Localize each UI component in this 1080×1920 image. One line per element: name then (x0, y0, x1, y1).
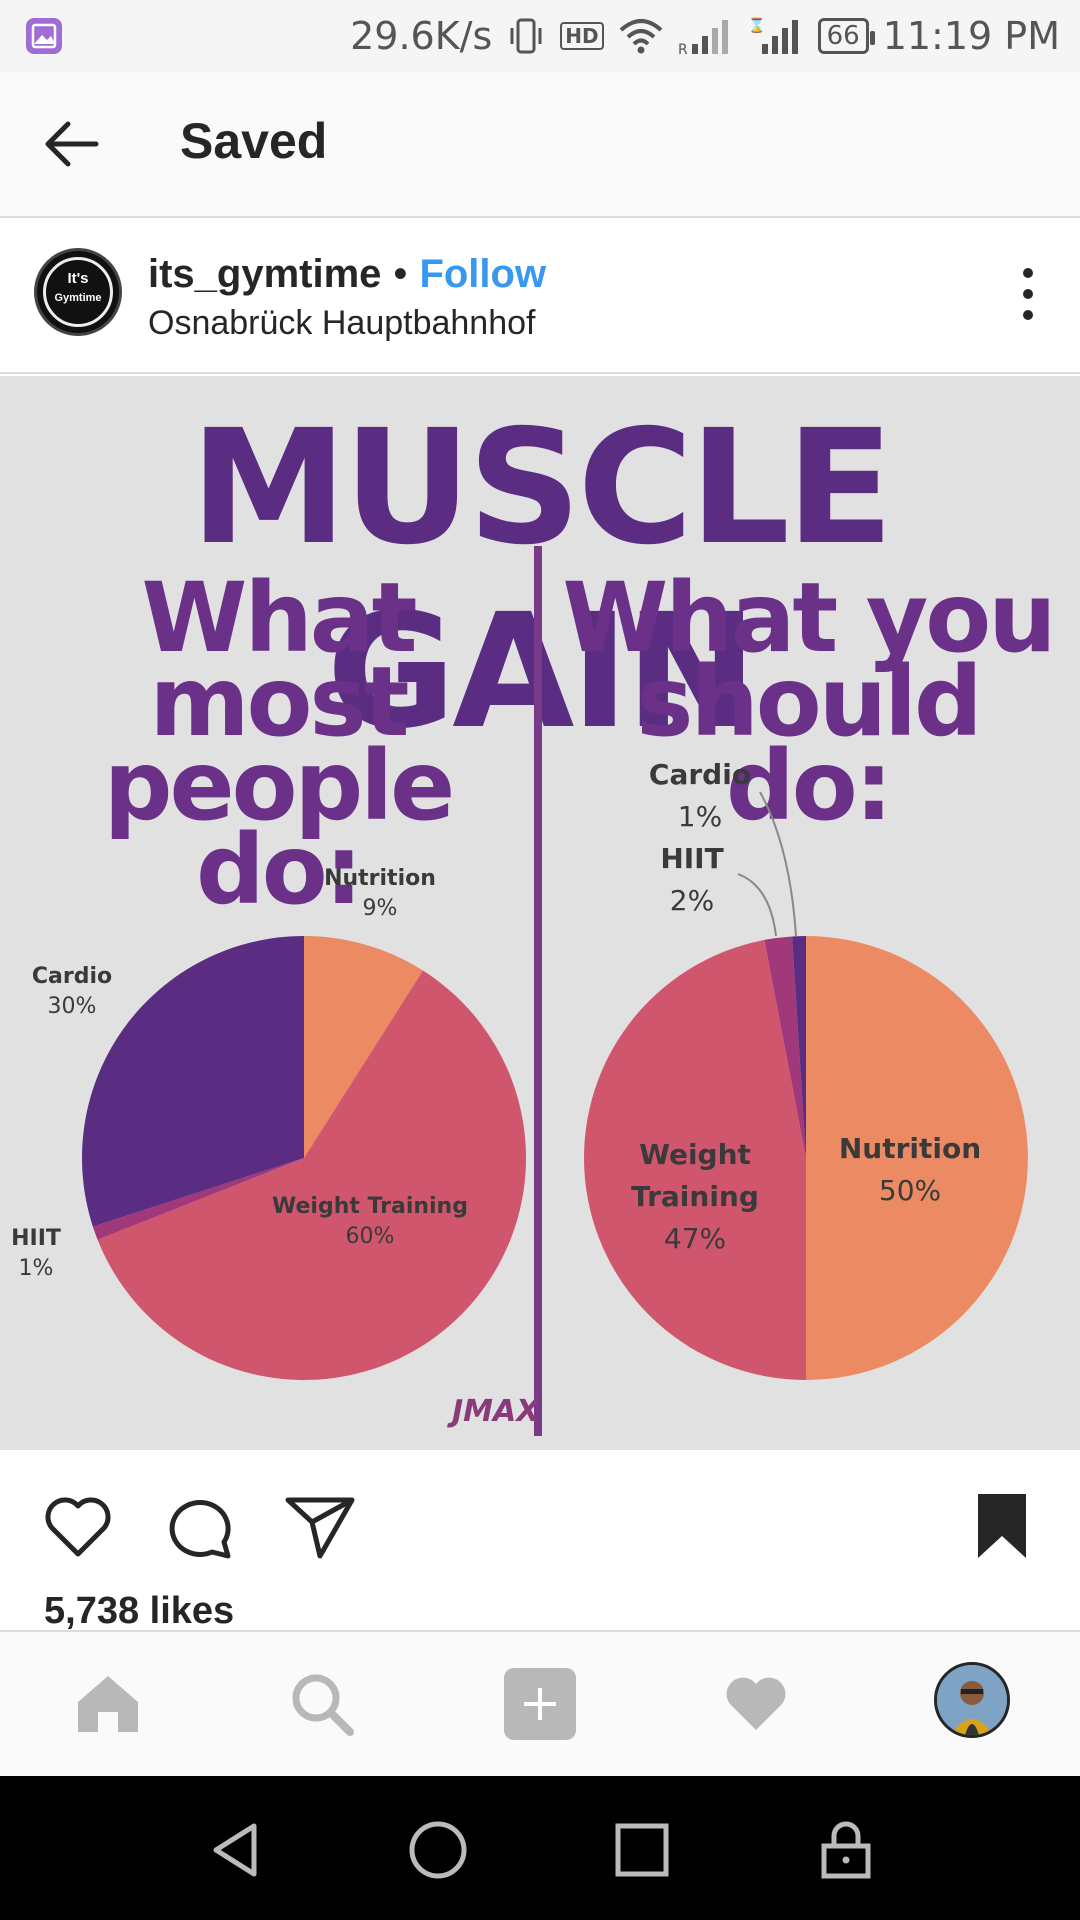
right-label-weight-training: Weight Training 47% (582, 1134, 808, 1260)
right-label-nutrition: Nutrition 50% (830, 1128, 990, 1212)
heart-filled-glyph (726, 1677, 786, 1730)
arrow-left-icon[interactable] (40, 114, 104, 174)
vibrate-icon (510, 18, 542, 54)
add-icon[interactable] (504, 1668, 576, 1740)
right-label-hiit: HIIT 2% (642, 838, 742, 922)
home-circle-icon[interactable] (408, 1820, 468, 1880)
network-speed: 29.6K/s (350, 14, 493, 58)
svg-text:R: R (678, 42, 688, 56)
lock-icon[interactable] (816, 1820, 876, 1880)
post-header: It's Gymtime its_gymtime • Follow Osnabr… (0, 218, 1080, 374)
page-title: Saved (180, 113, 328, 169)
right-label-cardio-value: 1% (677, 800, 723, 833)
right-label-cardio-name: Cardio (648, 758, 752, 791)
home-icon[interactable] (72, 1668, 144, 1740)
left-label-weight-name: Weight Training (272, 1194, 468, 1219)
signal-roaming-icon: R (678, 20, 728, 56)
post-actions: 5,738 likes (0, 1450, 1080, 1633)
avatar-logo: It's Gymtime (43, 257, 113, 327)
heart-filled-icon[interactable] (720, 1668, 792, 1740)
separator-dot: • (393, 252, 408, 296)
send-icon[interactable] (280, 1486, 360, 1566)
hd-badge: HD (560, 22, 604, 50)
left-label-nutrition: Nutrition 9% (320, 864, 440, 924)
username-line: its_gymtime • Follow (148, 252, 546, 297)
system-nav-bar (0, 1776, 1080, 1920)
gallery-notification-icon (26, 18, 62, 54)
more-dot (1023, 289, 1033, 299)
left-label-hiit-name: HIIT (11, 1226, 61, 1251)
bookmark-icon[interactable] (962, 1486, 1042, 1566)
status-bar: 29.6K/s HD R ⌛ 66 11:19 PM (0, 0, 1080, 72)
post-username[interactable]: its_gymtime (148, 252, 381, 297)
right-label-nutrition-value: 50% (878, 1174, 942, 1207)
pie-charts (82, 791, 1028, 1381)
svg-text:⌛: ⌛ (748, 17, 765, 34)
right-label-weight-value: 47% (663, 1222, 727, 1255)
likes-count[interactable]: 5,738 likes (44, 1590, 234, 1633)
add-glyph (504, 1668, 576, 1740)
left-label-cardio-value: 30% (47, 994, 97, 1019)
clock: 11:19 PM (882, 14, 1060, 58)
leader-line-hiit (737, 873, 777, 937)
post-author-avatar[interactable]: It's Gymtime (34, 248, 122, 336)
profile-avatar[interactable] (934, 1662, 1010, 1738)
more-dot (1023, 268, 1033, 278)
left-label-weight-value: 60% (345, 1224, 395, 1249)
comment-icon[interactable] (160, 1486, 240, 1566)
left-label-nutrition-name: Nutrition (324, 866, 436, 891)
more-vertical-icon[interactable] (1018, 268, 1038, 320)
left-label-weight-training: Weight Training 60% (270, 1192, 470, 1252)
right-label-nutrition-name: Nutrition (838, 1132, 982, 1165)
left-label-hiit-value: 1% (18, 1256, 54, 1281)
signal-icon: ⌛ (748, 17, 798, 54)
post-image[interactable]: MUSCLE GAIN What most people do: What yo… (0, 376, 1080, 1450)
follow-button[interactable]: Follow (419, 252, 546, 297)
watermark: JMAX (452, 1394, 540, 1429)
post-location[interactable]: Osnabrück Hauptbahnhof (148, 304, 535, 343)
left-label-nutrition-value: 9% (362, 896, 398, 921)
leader-line-cardio (759, 791, 797, 937)
wifi-icon (619, 19, 662, 54)
left-label-hiit: HIIT 1% (6, 1224, 66, 1284)
profile-avatar-image (937, 1665, 1007, 1735)
search-glyph (292, 1674, 354, 1736)
right-label-hiit-name: HIIT (660, 842, 724, 875)
heart-icon[interactable] (38, 1486, 118, 1566)
avatar-logo-text-1: It's (67, 270, 89, 287)
right-label-cardio: Cardio 1% (640, 754, 760, 838)
avatar-logo-text-2: Gymtime (54, 292, 102, 304)
recents-square-icon[interactable] (612, 1820, 672, 1880)
battery-indicator: 66 (817, 18, 875, 54)
more-dot (1023, 310, 1033, 320)
app-header: Saved (0, 72, 1080, 218)
search-icon[interactable] (286, 1668, 358, 1740)
home-glyph (78, 1676, 138, 1732)
left-label-cardio-name: Cardio (31, 964, 113, 989)
right-label-hiit-value: 2% (669, 884, 715, 917)
bottom-nav (0, 1630, 1080, 1776)
back-triangle-icon[interactable] (206, 1820, 266, 1880)
left-label-cardio: Cardio 30% (22, 962, 122, 1022)
right-label-weight-name: Weight Training (631, 1138, 759, 1213)
